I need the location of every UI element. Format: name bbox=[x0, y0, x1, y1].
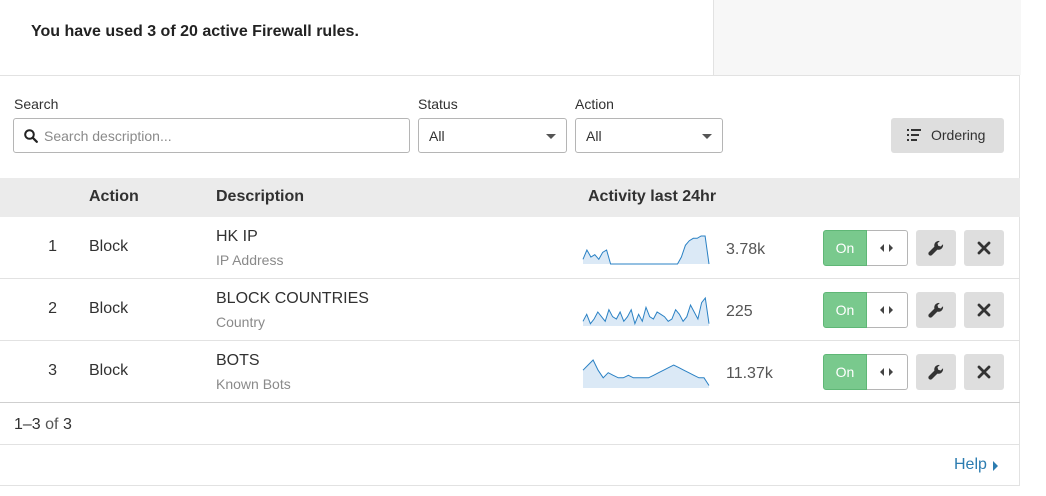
drag-handle-icon bbox=[880, 368, 893, 376]
rule-description[interactable]: HK IP bbox=[216, 228, 258, 246]
toggle-on-label[interactable]: On bbox=[823, 292, 867, 328]
edit-rule-button[interactable] bbox=[916, 292, 956, 328]
activity-sparkline bbox=[582, 235, 710, 265]
toggle-handle[interactable] bbox=[867, 230, 908, 266]
pagination: 1–3 of 3 bbox=[0, 404, 1020, 445]
rule-type: Known Bots bbox=[216, 376, 291, 392]
firewall-rules-panel: You have used 3 of 20 active Firewall ru… bbox=[0, 0, 1021, 486]
sparkline-area bbox=[583, 360, 709, 388]
status-select-value: All bbox=[429, 128, 445, 144]
rule-usage-banner: You have used 3 of 20 active Firewall ru… bbox=[0, 0, 1021, 76]
edit-rule-button[interactable] bbox=[916, 230, 956, 266]
rule-usage-text: You have used 3 of 20 active Firewall ru… bbox=[31, 23, 359, 40]
search-icon bbox=[24, 129, 38, 143]
rules-used-count: 3 bbox=[147, 23, 157, 40]
rule-type: IP Address bbox=[216, 252, 284, 268]
rule-priority: 3 bbox=[48, 362, 57, 379]
status-select[interactable]: All bbox=[418, 118, 567, 153]
toggle-on-label[interactable]: On bbox=[823, 230, 867, 266]
table-row: 3 Block BOTS Known Bots 11.37k On bbox=[0, 341, 1020, 403]
search-input[interactable] bbox=[44, 119, 404, 152]
search-field[interactable] bbox=[13, 118, 410, 153]
activity-sparkline bbox=[582, 359, 710, 388]
sparkline-area bbox=[583, 298, 709, 326]
action-label: Action bbox=[575, 96, 614, 112]
toggle-on-label[interactable]: On bbox=[823, 354, 867, 390]
column-header-activity: Activity last 24hr bbox=[588, 188, 717, 205]
drag-handle-icon bbox=[880, 306, 893, 314]
chevron-down-icon bbox=[702, 134, 712, 139]
close-icon bbox=[977, 241, 991, 255]
column-header-action: Action bbox=[89, 188, 139, 205]
table-header: Action Description Activity last 24hr bbox=[0, 178, 1020, 217]
search-label: Search bbox=[14, 96, 59, 112]
wrench-icon bbox=[928, 364, 944, 380]
ordering-button-label: Ordering bbox=[931, 127, 986, 143]
action-select[interactable]: All bbox=[575, 118, 723, 153]
wrench-icon bbox=[928, 240, 944, 256]
delete-rule-button[interactable] bbox=[964, 354, 1004, 390]
pagination-summary: 1–3 of 3 bbox=[14, 416, 72, 433]
rule-enabled-toggle[interactable]: On bbox=[823, 354, 908, 390]
rule-action: Block bbox=[89, 238, 129, 255]
column-header-description: Description bbox=[216, 188, 305, 205]
toggle-handle[interactable] bbox=[867, 292, 908, 328]
action-select-value: All bbox=[586, 128, 602, 144]
rule-priority: 1 bbox=[48, 238, 57, 255]
list-icon bbox=[907, 129, 921, 141]
rule-description[interactable]: BLOCK COUNTRIES bbox=[216, 290, 369, 308]
activity-sparkline bbox=[582, 296, 710, 326]
drag-handle-icon bbox=[880, 244, 893, 252]
delete-rule-button[interactable] bbox=[964, 230, 1004, 266]
help-link[interactable]: Help bbox=[954, 456, 987, 474]
close-icon bbox=[977, 303, 991, 317]
activity-count: 11.37k bbox=[726, 365, 773, 382]
rule-action: Block bbox=[89, 362, 129, 379]
ordering-button[interactable]: Ordering bbox=[891, 118, 1004, 153]
delete-rule-button[interactable] bbox=[964, 292, 1004, 328]
rule-priority: 2 bbox=[48, 300, 57, 317]
rule-action: Block bbox=[89, 300, 129, 317]
activity-count: 225 bbox=[726, 303, 753, 320]
rule-description[interactable]: BOTS bbox=[216, 352, 260, 370]
table-row: 2 Block BLOCK COUNTRIES Country 225 On bbox=[0, 279, 1020, 341]
rule-enabled-toggle[interactable]: On bbox=[823, 230, 908, 266]
wrench-icon bbox=[928, 302, 944, 318]
rule-enabled-toggle[interactable]: On bbox=[823, 292, 908, 328]
close-icon bbox=[977, 365, 991, 379]
activity-count: 3.78k bbox=[726, 241, 766, 258]
rule-type: Country bbox=[216, 314, 266, 330]
edit-rule-button[interactable] bbox=[916, 354, 956, 390]
status-label: Status bbox=[418, 96, 458, 112]
table-row: 1 Block HK IP IP Address 3.78k On bbox=[0, 217, 1020, 279]
chevron-down-icon bbox=[546, 134, 556, 139]
usage-side-panel bbox=[713, 0, 1021, 75]
rules-limit-count: 20 bbox=[180, 23, 198, 40]
toggle-handle[interactable] bbox=[867, 354, 908, 390]
caret-right-icon bbox=[993, 461, 998, 471]
